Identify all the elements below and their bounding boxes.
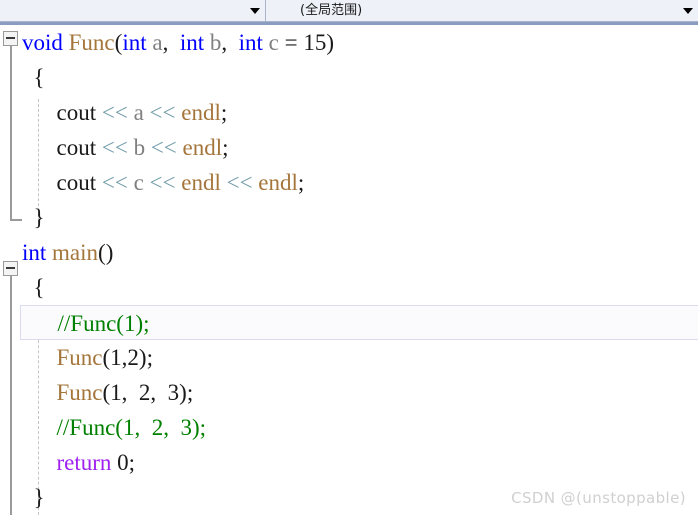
- code-line[interactable]: void Func(int a, int b, int c = 15): [0, 25, 698, 60]
- editor-navigation-bar: (全局范围): [0, 0, 698, 25]
- code-token-num: 2: [127, 345, 139, 370]
- code-token-punct: [22, 345, 57, 370]
- code-token-punct: ;: [220, 100, 228, 125]
- code-token-punct: [22, 135, 57, 160]
- code-token-punct: [23, 311, 58, 336]
- code-line[interactable]: }: [0, 200, 698, 235]
- code-token-op: <<: [226, 170, 253, 195]
- code-token-ident: cout: [56, 135, 97, 160]
- code-line[interactable]: Func(1, 2, 3);: [0, 375, 698, 410]
- code-token-fn: Func: [56, 345, 103, 370]
- member-scope-dropdown[interactable]: [0, 0, 266, 22]
- code-token-punct: ,: [150, 380, 168, 405]
- code-token-op: <<: [150, 135, 177, 160]
- watermark-text: CSDN @(unstoppable): [511, 489, 686, 507]
- code-token-kw: int: [179, 30, 205, 55]
- code-token-op: <<: [149, 170, 176, 195]
- code-token-punct: [22, 415, 57, 440]
- code-editor[interactable]: void Func(int a, int b, int c = 15) { co…: [0, 25, 698, 515]
- code-token-punct: ,: [221, 30, 239, 55]
- code-token-punct: [22, 100, 57, 125]
- code-token-num: 1: [110, 345, 122, 370]
- code-token-punct: [22, 380, 57, 405]
- code-token-brace: }: [22, 205, 45, 230]
- code-token-punct: );: [138, 345, 153, 370]
- code-token-num: 2: [138, 380, 151, 405]
- code-token-fn: main: [52, 240, 99, 265]
- code-line[interactable]: {: [0, 270, 698, 305]
- code-line[interactable]: cout << c << endl << endl;: [0, 165, 698, 200]
- code-token-op: <<: [101, 100, 128, 125]
- code-token-num: 1: [110, 380, 122, 405]
- code-token-var: a: [152, 30, 163, 55]
- code-token-kw: void: [22, 30, 63, 55]
- code-token-var: b: [133, 135, 146, 160]
- code-token-punct: ;: [297, 170, 305, 195]
- code-token-ident: cout: [56, 170, 97, 195]
- code-token-punct: (): [98, 240, 114, 265]
- code-token-punct: [22, 170, 57, 195]
- code-token-fn: Func: [68, 30, 115, 55]
- chevron-down-icon[interactable]: [683, 7, 693, 14]
- code-token-ident: cout: [56, 100, 97, 125]
- code-token-punct: ): [326, 30, 334, 55]
- code-line[interactable]: cout << b << endl;: [0, 130, 698, 165]
- code-line[interactable]: int main(): [0, 235, 698, 270]
- code-token-punct: ;: [222, 135, 229, 160]
- code-token-fn: endl: [181, 100, 221, 125]
- global-scope-dropdown-value: (全局范围): [300, 2, 363, 18]
- code-token-punct: );: [179, 380, 194, 405]
- code-token-punct: [22, 450, 57, 475]
- code-token-cmt: //Func(1, 2, 3);: [56, 415, 207, 440]
- code-token-cmt: //Func(1);: [57, 311, 150, 336]
- code-token-op: <<: [149, 100, 176, 125]
- code-token-num: 0: [117, 450, 129, 475]
- code-token-kw: int: [122, 30, 147, 55]
- code-token-fn: Func: [56, 380, 103, 405]
- code-line[interactable]: //Func(1, 2, 3);: [0, 410, 698, 445]
- code-token-kw: int: [22, 240, 47, 265]
- code-token-brace: }: [22, 485, 45, 510]
- code-line[interactable]: cout << a << endl;: [0, 95, 698, 130]
- code-token-op: <<: [101, 170, 128, 195]
- code-line[interactable]: return 0;: [0, 445, 698, 480]
- code-token-var: b: [209, 30, 222, 55]
- code-token-punct: ,: [121, 380, 139, 405]
- code-token-num: 3: [167, 380, 180, 405]
- code-token-brace: {: [22, 65, 45, 90]
- global-scope-dropdown[interactable]: (全局范围): [266, 0, 698, 22]
- code-token-punct: =: [278, 30, 304, 55]
- code-token-kw: int: [238, 30, 263, 55]
- code-line[interactable]: //Func(1);: [20, 305, 698, 340]
- code-token-var: a: [133, 100, 144, 125]
- code-lines[interactable]: void Func(int a, int b, int c = 15) { co…: [0, 25, 698, 515]
- code-token-fn: endl: [181, 170, 221, 195]
- code-token-var: c: [268, 30, 279, 55]
- code-token-punct: ;: [128, 450, 136, 475]
- code-token-punct: ,: [162, 30, 180, 55]
- code-line[interactable]: {: [0, 60, 698, 95]
- chevron-down-icon[interactable]: [250, 7, 260, 14]
- code-token-brace: {: [22, 275, 45, 300]
- code-token-var: c: [133, 170, 144, 195]
- code-token-fn: endl: [258, 170, 298, 195]
- code-token-fn: endl: [182, 135, 223, 160]
- code-token-op: <<: [101, 135, 128, 160]
- code-token-num: 15: [303, 30, 327, 55]
- code-line[interactable]: Func(1,2);: [0, 340, 698, 375]
- code-token-ctrl: return: [56, 450, 112, 475]
